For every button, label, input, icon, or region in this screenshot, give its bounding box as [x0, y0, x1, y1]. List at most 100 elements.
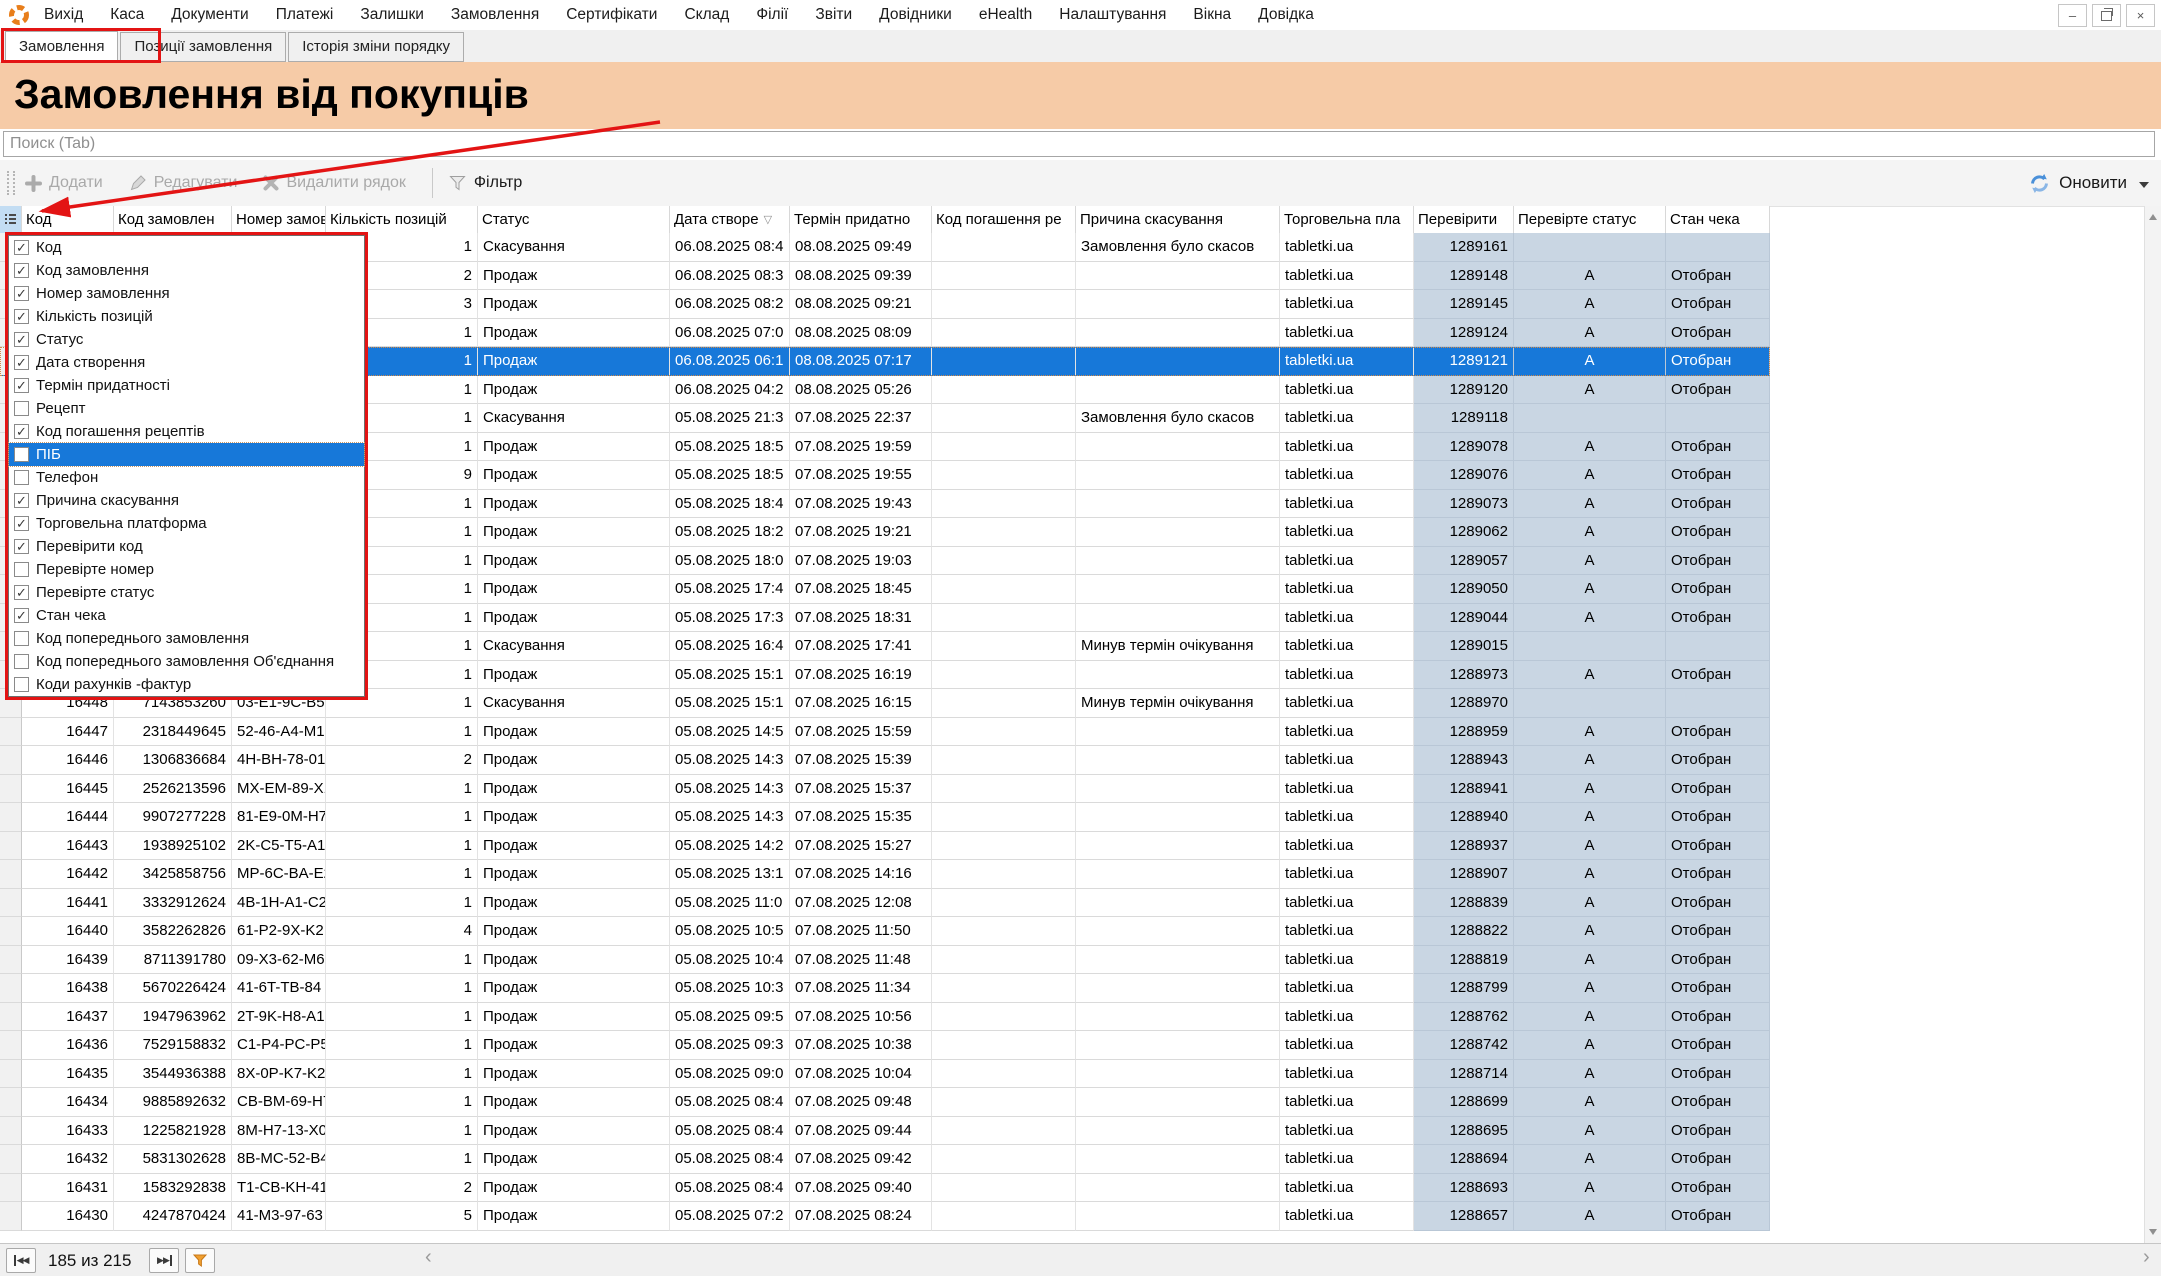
- column-chooser-item[interactable]: ✓Номер замовлення: [9, 282, 364, 305]
- hscroll-left-icon[interactable]: ‹: [425, 1246, 432, 1269]
- column-header-check_status[interactable]: Перевірте статус: [1514, 206, 1666, 233]
- menu-item[interactable]: Сертифікати: [566, 6, 657, 24]
- column-header-check_code[interactable]: Перевірити: [1414, 206, 1514, 233]
- checkbox-unchecked-icon[interactable]: [14, 654, 29, 669]
- column-header-pogash[interactable]: Код погашення ре: [932, 206, 1076, 233]
- table-row[interactable]: 164311583292838T1-CB-KH-412Продаж05.08.2…: [0, 1174, 1770, 1203]
- table-row[interactable]: 1643535449363888X-0P-K7-K21Продаж05.08.2…: [0, 1060, 1770, 1089]
- column-header-term[interactable]: Термін придатно: [790, 206, 932, 233]
- checkbox-unchecked-icon[interactable]: [14, 677, 29, 692]
- menu-item[interactable]: Вихід: [44, 6, 83, 24]
- checkbox-unchecked-icon[interactable]: [14, 401, 29, 416]
- toolbar-grip[interactable]: [7, 171, 15, 195]
- menu-item[interactable]: Вікна: [1193, 6, 1231, 24]
- checkbox-checked-icon[interactable]: ✓: [14, 355, 29, 370]
- column-chooser-item[interactable]: Перевірте номер: [9, 558, 364, 581]
- column-chooser-item[interactable]: ✓Кількість позицій: [9, 305, 364, 328]
- table-row[interactable]: 16447231844964552-46-A4-M11Продаж05.08.2…: [0, 718, 1770, 747]
- table-row[interactable]: 164423425858756MP-6C-BA-E21Продаж05.08.2…: [0, 860, 1770, 889]
- column-chooser-item[interactable]: Телефон: [9, 466, 364, 489]
- column-chooser-item[interactable]: ✓Перевірити код: [9, 535, 364, 558]
- table-row[interactable]: 164349885892632CB-BM-69-H71Продаж05.08.2…: [0, 1088, 1770, 1117]
- menu-item[interactable]: Довідка: [1258, 6, 1314, 24]
- last-page-button[interactable]: ▶▶: [149, 1248, 179, 1273]
- column-header-created[interactable]: Дата створе▽: [670, 206, 790, 233]
- tab-item[interactable]: Історія зміни порядку: [288, 32, 464, 62]
- scroll-down-icon[interactable]: [2149, 1229, 2157, 1235]
- edit-button[interactable]: Редагувати: [129, 174, 238, 192]
- menu-item[interactable]: Звіти: [815, 6, 852, 24]
- minimize-button[interactable]: –: [2058, 4, 2087, 27]
- delete-row-button[interactable]: Видалити рядок: [263, 174, 405, 192]
- column-header-status[interactable]: Статус: [478, 206, 670, 233]
- table-row[interactable]: 1644133329126244B-1H-A1-C21Продаж05.08.2…: [0, 889, 1770, 918]
- add-button[interactable]: Додати: [25, 174, 103, 192]
- table-row[interactable]: 16444990727722881-E9-0M-H71Продаж05.08.2…: [0, 803, 1770, 832]
- first-page-button[interactable]: ◀◀: [6, 1248, 36, 1273]
- checkbox-unchecked-icon[interactable]: [14, 470, 29, 485]
- column-chooser-item[interactable]: ПІБ: [9, 443, 364, 466]
- search-input[interactable]: [3, 131, 2155, 157]
- column-chooser-item[interactable]: Рецепт: [9, 397, 364, 420]
- table-row[interactable]: 164367529158832C1-P4-PC-P51Продаж05.08.2…: [0, 1031, 1770, 1060]
- menu-item[interactable]: Каса: [110, 6, 144, 24]
- menu-item[interactable]: eHealth: [979, 6, 1032, 24]
- checkbox-checked-icon[interactable]: ✓: [14, 263, 29, 278]
- checkbox-checked-icon[interactable]: ✓: [14, 424, 29, 439]
- column-chooser-item[interactable]: ✓Перевірте статус: [9, 581, 364, 604]
- table-row[interactable]: 1643719479639622T-9K-H8-A11Продаж05.08.2…: [0, 1003, 1770, 1032]
- column-chooser-item[interactable]: Коди рахунків -фактур: [9, 673, 364, 696]
- column-header-kod_zam[interactable]: Код замовлен: [114, 206, 232, 233]
- checkbox-checked-icon[interactable]: ✓: [14, 332, 29, 347]
- checkbox-checked-icon[interactable]: ✓: [14, 240, 29, 255]
- refresh-dropdown-caret[interactable]: [2139, 182, 2149, 188]
- checkbox-checked-icon[interactable]: ✓: [14, 539, 29, 554]
- table-row[interactable]: 164452526213596MX-EM-89-X11Продаж05.08.2…: [0, 775, 1770, 804]
- menu-item[interactable]: Налаштування: [1059, 6, 1166, 24]
- column-chooser-item[interactable]: Код попереднього замовлення Об'єднання: [9, 650, 364, 673]
- checkbox-checked-icon[interactable]: ✓: [14, 516, 29, 531]
- table-row[interactable]: 16440358226282661-P2-9X-K24Продаж05.08.2…: [0, 917, 1770, 946]
- column-chooser-icon[interactable]: [0, 206, 22, 233]
- column-header-receipt[interactable]: Стан чека: [1666, 206, 1770, 233]
- menu-item[interactable]: Склад: [684, 6, 729, 24]
- tab-active[interactable]: Замовлення: [5, 31, 118, 62]
- table-row[interactable]: 1643258313026288B-MC-52-B41Продаж05.08.2…: [0, 1145, 1770, 1174]
- table-row[interactable]: 16439871139178009-X3-62-M61Продаж05.08.2…: [0, 946, 1770, 975]
- menu-item[interactable]: Філії: [756, 6, 788, 24]
- column-chooser-item[interactable]: ✓Термін придатності: [9, 374, 364, 397]
- menu-item[interactable]: Платежі: [276, 6, 334, 24]
- column-header-reason[interactable]: Причина скасування: [1076, 206, 1280, 233]
- column-chooser-item[interactable]: ✓Код замовлення: [9, 259, 364, 282]
- column-chooser-item[interactable]: ✓Торговельна платформа: [9, 512, 364, 535]
- table-row[interactable]: 1643312258219288M-H7-13-X01Продаж05.08.2…: [0, 1117, 1770, 1146]
- checkbox-checked-icon[interactable]: ✓: [14, 585, 29, 600]
- column-header-platform[interactable]: Торговельна пла: [1280, 206, 1414, 233]
- restore-button[interactable]: [2092, 4, 2121, 27]
- filter-button[interactable]: Фільтр: [449, 174, 522, 192]
- sort-filter-icon[interactable]: ▽: [764, 207, 772, 233]
- column-header-nomer[interactable]: Номер замовленн: [232, 206, 326, 233]
- column-header-kod[interactable]: Код: [22, 206, 114, 233]
- tab-item[interactable]: Позиції замовлення: [120, 32, 286, 62]
- checkbox-checked-icon[interactable]: ✓: [14, 378, 29, 393]
- column-chooser-item[interactable]: ✓Стан чека: [9, 604, 364, 627]
- checkbox-unchecked-icon[interactable]: [14, 631, 29, 646]
- menu-item[interactable]: Документи: [171, 6, 248, 24]
- table-row[interactable]: 1644613068366844H-BH-78-012Продаж05.08.2…: [0, 746, 1770, 775]
- refresh-button[interactable]: Оновити: [2028, 160, 2127, 206]
- menu-item[interactable]: Замовлення: [451, 6, 539, 24]
- scroll-up-icon[interactable]: [2149, 214, 2157, 220]
- checkbox-unchecked-icon[interactable]: [14, 447, 29, 462]
- checkbox-checked-icon[interactable]: ✓: [14, 608, 29, 623]
- hscroll-right-icon[interactable]: ›: [2143, 1246, 2150, 1269]
- checkbox-checked-icon[interactable]: ✓: [14, 309, 29, 324]
- vertical-scrollbar[interactable]: [2144, 206, 2161, 1243]
- column-chooser-item[interactable]: ✓Дата створення: [9, 351, 364, 374]
- close-button[interactable]: ×: [2126, 4, 2155, 27]
- checkbox-checked-icon[interactable]: ✓: [14, 286, 29, 301]
- column-header-qty[interactable]: Кількість позицій: [326, 206, 478, 233]
- menu-item[interactable]: Довідники: [879, 6, 952, 24]
- table-row[interactable]: 16430424787042441-M3-97-635Продаж05.08.2…: [0, 1202, 1770, 1231]
- checkbox-unchecked-icon[interactable]: [14, 562, 29, 577]
